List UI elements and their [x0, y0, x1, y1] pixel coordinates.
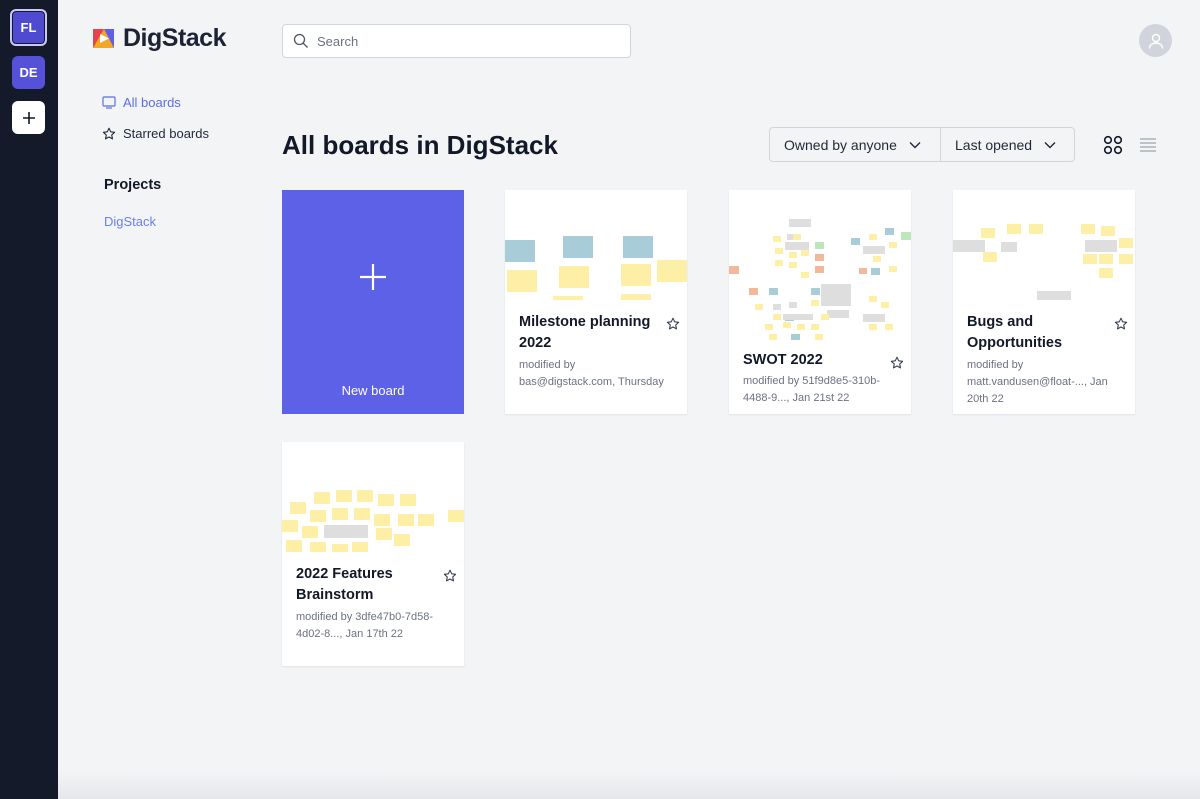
nav-starred-boards[interactable]: Starred boards: [102, 126, 209, 141]
nav-all-boards[interactable]: All boards: [102, 95, 181, 110]
star-icon[interactable]: [1114, 317, 1128, 331]
owner-filter-dropdown[interactable]: Owned by anyone: [770, 128, 941, 161]
board-card[interactable]: SWOT 2022 modified by 51f9d8e5-310b-4488…: [729, 190, 911, 414]
new-board-button[interactable]: New board: [282, 190, 464, 414]
board-thumbnail: [729, 190, 911, 340]
board-meta: modified by 3dfe47b0-7d58-4d02-8..., Jan…: [296, 611, 433, 640]
projects-heading: Projects: [104, 177, 162, 193]
sort-label: Last opened: [955, 136, 1033, 153]
board-meta: modified by matt.vandusen@float-..., Jan…: [967, 359, 1108, 405]
logo[interactable]: DigStack: [90, 24, 226, 53]
workspace-de[interactable]: DE: [12, 56, 45, 89]
digstack-logo-icon: [93, 29, 114, 48]
user-avatar[interactable]: [1139, 24, 1172, 57]
list-view-button[interactable]: [1139, 137, 1157, 158]
board-card[interactable]: Bugs and Opportunities modified by matt.…: [953, 190, 1135, 414]
star-icon: [102, 127, 116, 139]
plus-icon: [360, 264, 386, 290]
logo-text: DigStack: [123, 24, 226, 52]
star-icon[interactable]: [890, 356, 904, 370]
board-title: SWOT 2022: [743, 352, 823, 368]
new-board-label: New board: [341, 383, 405, 398]
plus-icon: [22, 111, 35, 124]
grid-view-button[interactable]: [1103, 135, 1123, 160]
board-meta: modified by bas@digstack.com, Thursday: [519, 359, 664, 388]
board-filters: Owned by anyone Last opened: [769, 127, 1075, 162]
board-card[interactable]: Milestone planning 2022 modified by bas@…: [505, 190, 687, 414]
owner-filter-label: Owned by anyone: [784, 136, 897, 153]
board-thumbnail: [953, 190, 1135, 300]
grid-icon: [1103, 135, 1123, 155]
board-thumbnail: [505, 190, 687, 300]
board-title: Milestone planning 2022: [519, 314, 651, 351]
search-input[interactable]: [317, 33, 607, 49]
chevron-down-icon: [1044, 141, 1056, 148]
star-icon[interactable]: [666, 317, 680, 331]
sort-dropdown[interactable]: Last opened: [941, 128, 1070, 161]
workspace-fl[interactable]: FL: [10, 9, 47, 46]
boards-icon: [102, 96, 116, 109]
user-icon: [1148, 33, 1163, 49]
project-link-digstack[interactable]: DigStack: [104, 214, 156, 229]
nav-all-boards-label: All boards: [123, 95, 181, 110]
bottom-edge: [58, 771, 1200, 799]
board-thumbnail: [282, 442, 464, 552]
page-title: All boards in DigStack: [282, 130, 558, 160]
search-icon: [293, 33, 308, 48]
nav-starred-boards-label: Starred boards: [123, 126, 209, 141]
board-title: 2022 Features Brainstorm: [296, 566, 393, 603]
search-box[interactable]: [282, 24, 631, 58]
list-icon: [1140, 138, 1156, 152]
workspace-rail: FL DE: [0, 0, 58, 799]
chevron-down-icon: [909, 141, 921, 148]
board-meta: modified by 51f9d8e5-310b-4488-9..., Jan…: [743, 374, 880, 404]
board-title: Bugs and Opportunities: [967, 314, 1063, 351]
board-card[interactable]: 2022 Features Brainstorm modified by 3df…: [282, 442, 464, 666]
star-icon[interactable]: [443, 569, 457, 583]
add-workspace-button[interactable]: [12, 101, 45, 134]
